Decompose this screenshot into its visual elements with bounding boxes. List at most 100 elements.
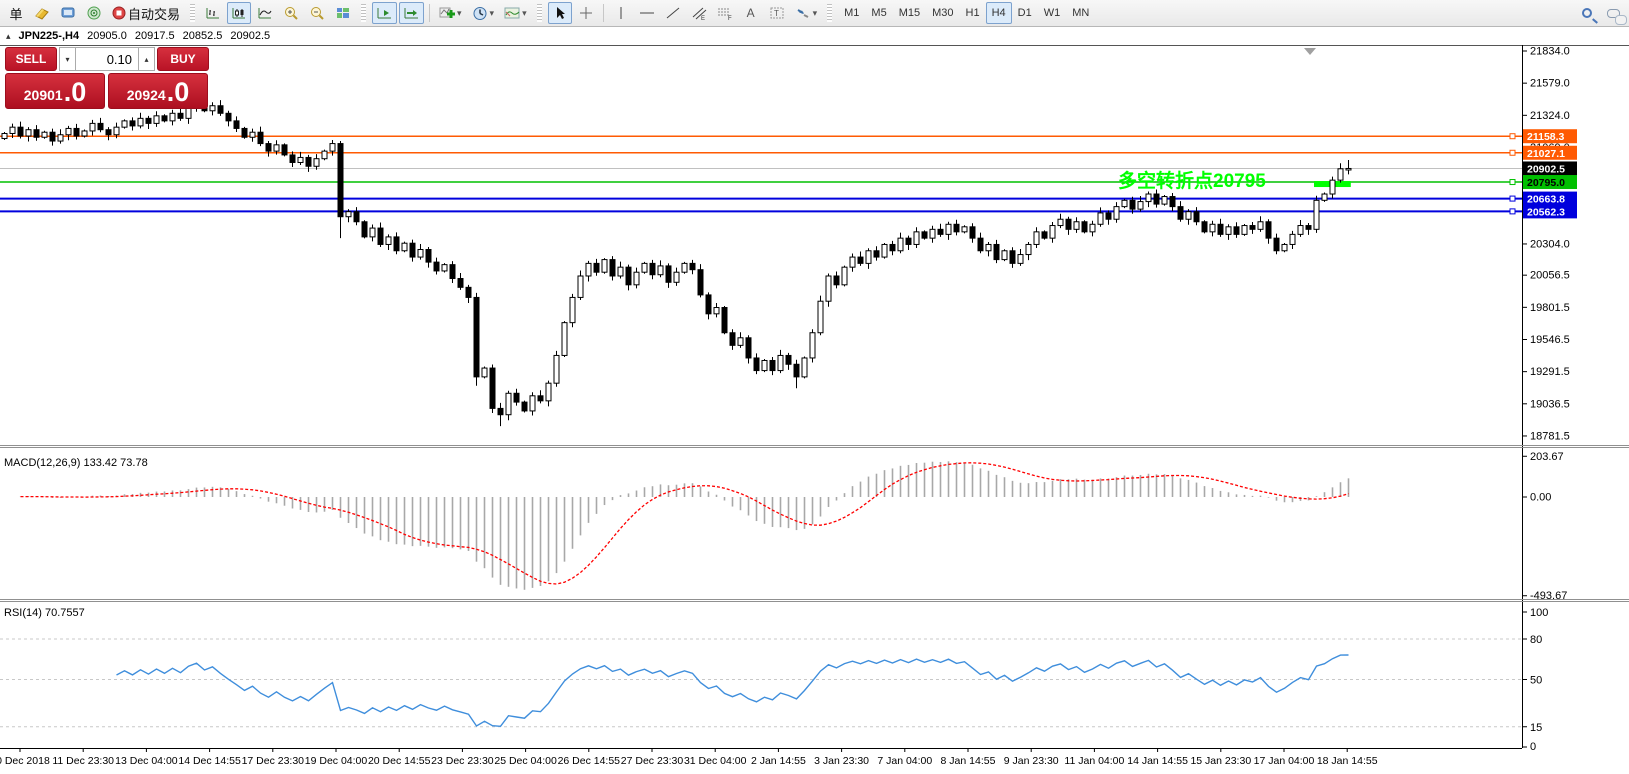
crosshair-tool-button[interactable] [574,2,598,24]
text-label-tool[interactable]: T [765,2,789,24]
main-toolbar: 单 自动交易 ▾ ▾ ▾ [0,0,1629,27]
candle-body [298,157,303,162]
horizontal-line-tool[interactable] [635,2,659,24]
timeframe-button-w1[interactable]: W1 [1038,2,1067,24]
candle-body [626,267,631,285]
time-axis-label: 26 Dec 14:55 [558,755,621,767]
candle-body [610,260,615,276]
volume-input[interactable] [76,47,138,71]
timeframe-button-m15[interactable]: M15 [893,2,926,24]
auto-scroll-button[interactable] [372,2,397,24]
candle-body [1170,197,1175,207]
candle-body [634,272,639,285]
yellow-pad-icon [34,6,50,20]
arrows-tool[interactable]: ▾ [791,2,822,24]
trendline-tool[interactable] [661,2,685,24]
dropdown-arrow-icon[interactable]: ▾ [522,8,527,19]
candle-body [1266,222,1271,238]
symbol-period-label: JPN225-,H4 [19,30,80,42]
candle-body [1338,169,1343,180]
svg-text:203.67: 203.67 [1530,451,1564,463]
templates-button[interactable]: ▾ [500,2,531,24]
candle-body [1018,255,1023,264]
sell-button[interactable]: SELL [5,47,57,71]
terminal-icon[interactable] [56,2,80,24]
search-icon [1582,8,1592,18]
candle-body [498,408,503,414]
sell-price-int: 20901 [24,84,63,106]
candle-body [330,144,335,152]
candle-body [394,237,399,251]
svg-text:F: F [728,16,732,21]
candle-body [890,244,895,250]
line-handle [1510,150,1515,155]
candle-body [738,338,743,346]
candle-body [530,396,535,411]
timeframe-button-h1[interactable]: H1 [960,2,986,24]
candle-body [1330,180,1335,194]
one-click-collapse-arrow[interactable]: ▴ [6,31,11,42]
line-chart-type-button[interactable] [253,2,277,24]
cursor-tool-button[interactable] [548,2,572,24]
signals-icon[interactable] [82,2,106,24]
chart-canvas[interactable]: 21834.021579.021324.021069.020304.020056… [0,0,1629,774]
candle-body [1290,234,1295,244]
candle-body [98,123,103,129]
candle-body [1010,251,1015,264]
macd-label: MACD(12,26,9) 133.42 73.78 [4,457,148,469]
dropdown-arrow-icon[interactable]: ▾ [813,8,818,19]
candle-body [106,130,111,135]
tile-windows-icon [335,6,351,20]
candle-body [538,396,543,401]
candle-body [914,232,919,245]
timeframe-button-m5[interactable]: M5 [865,2,892,24]
timeframe-button-h4[interactable]: H4 [986,2,1012,24]
periods-button[interactable]: ▾ [468,2,499,24]
candlestick-chart-type-button[interactable] [227,2,251,24]
chart-shift-button[interactable] [399,2,424,24]
vertical-line-tool[interactable] [609,2,633,24]
time-axis-label: 17 Jan 04:00 [1254,755,1315,767]
dropdown-arrow-icon[interactable]: ▾ [490,8,495,19]
candle-body [850,257,855,267]
equidistant-channel-tool[interactable]: E [687,2,711,24]
time-axis-label: 3 Jan 23:30 [814,755,869,767]
candle-body [442,265,447,271]
volume-decrease-button[interactable]: ▾ [59,47,76,71]
candle-body [410,243,415,257]
timeframe-button-mn[interactable]: MN [1066,2,1095,24]
buy-button[interactable]: BUY [157,47,209,71]
blue-monitor-icon [60,6,76,20]
candle-body [346,212,351,217]
candle-body [418,250,423,258]
zoom-in-button[interactable] [279,2,303,24]
svg-text:19801.5: 19801.5 [1530,302,1570,314]
tile-windows-button[interactable] [331,2,355,24]
fibonacci-tool[interactable]: F [713,2,737,24]
candle-body [666,266,671,282]
sell-price-box[interactable]: 20901 .0 [5,73,105,109]
zoom-out-button[interactable] [305,2,329,24]
timeframe-button-d1[interactable]: D1 [1012,2,1038,24]
candle-body [1042,232,1047,238]
metaeditor-icon[interactable] [30,2,54,24]
toolbar-grip [827,4,832,22]
ohlc-close: 20902.5 [230,30,270,42]
autotrading-button[interactable]: 自动交易 [108,2,184,24]
dropdown-arrow-icon[interactable]: ▾ [457,8,462,19]
candle-body [162,116,167,121]
bar-chart-type-button[interactable] [201,2,225,24]
volume-increase-button[interactable]: ▴ [138,47,155,71]
search-button[interactable] [1575,2,1599,24]
time-axis-label: 20 Dec 14:55 [368,755,431,767]
indicators-button[interactable]: ▾ [435,2,466,24]
timeframe-button-m30[interactable]: M30 [926,2,959,24]
candle-body [706,295,711,314]
text-tool[interactable]: A [739,2,763,24]
new-order-button[interactable]: 单 [4,2,28,24]
buy-price-box[interactable]: 20924 .0 [108,73,208,109]
timeframe-button-m1[interactable]: M1 [838,2,865,24]
community-chat-button[interactable] [1601,2,1625,24]
candle-body [1114,207,1119,220]
toolbar-grip [361,4,366,22]
